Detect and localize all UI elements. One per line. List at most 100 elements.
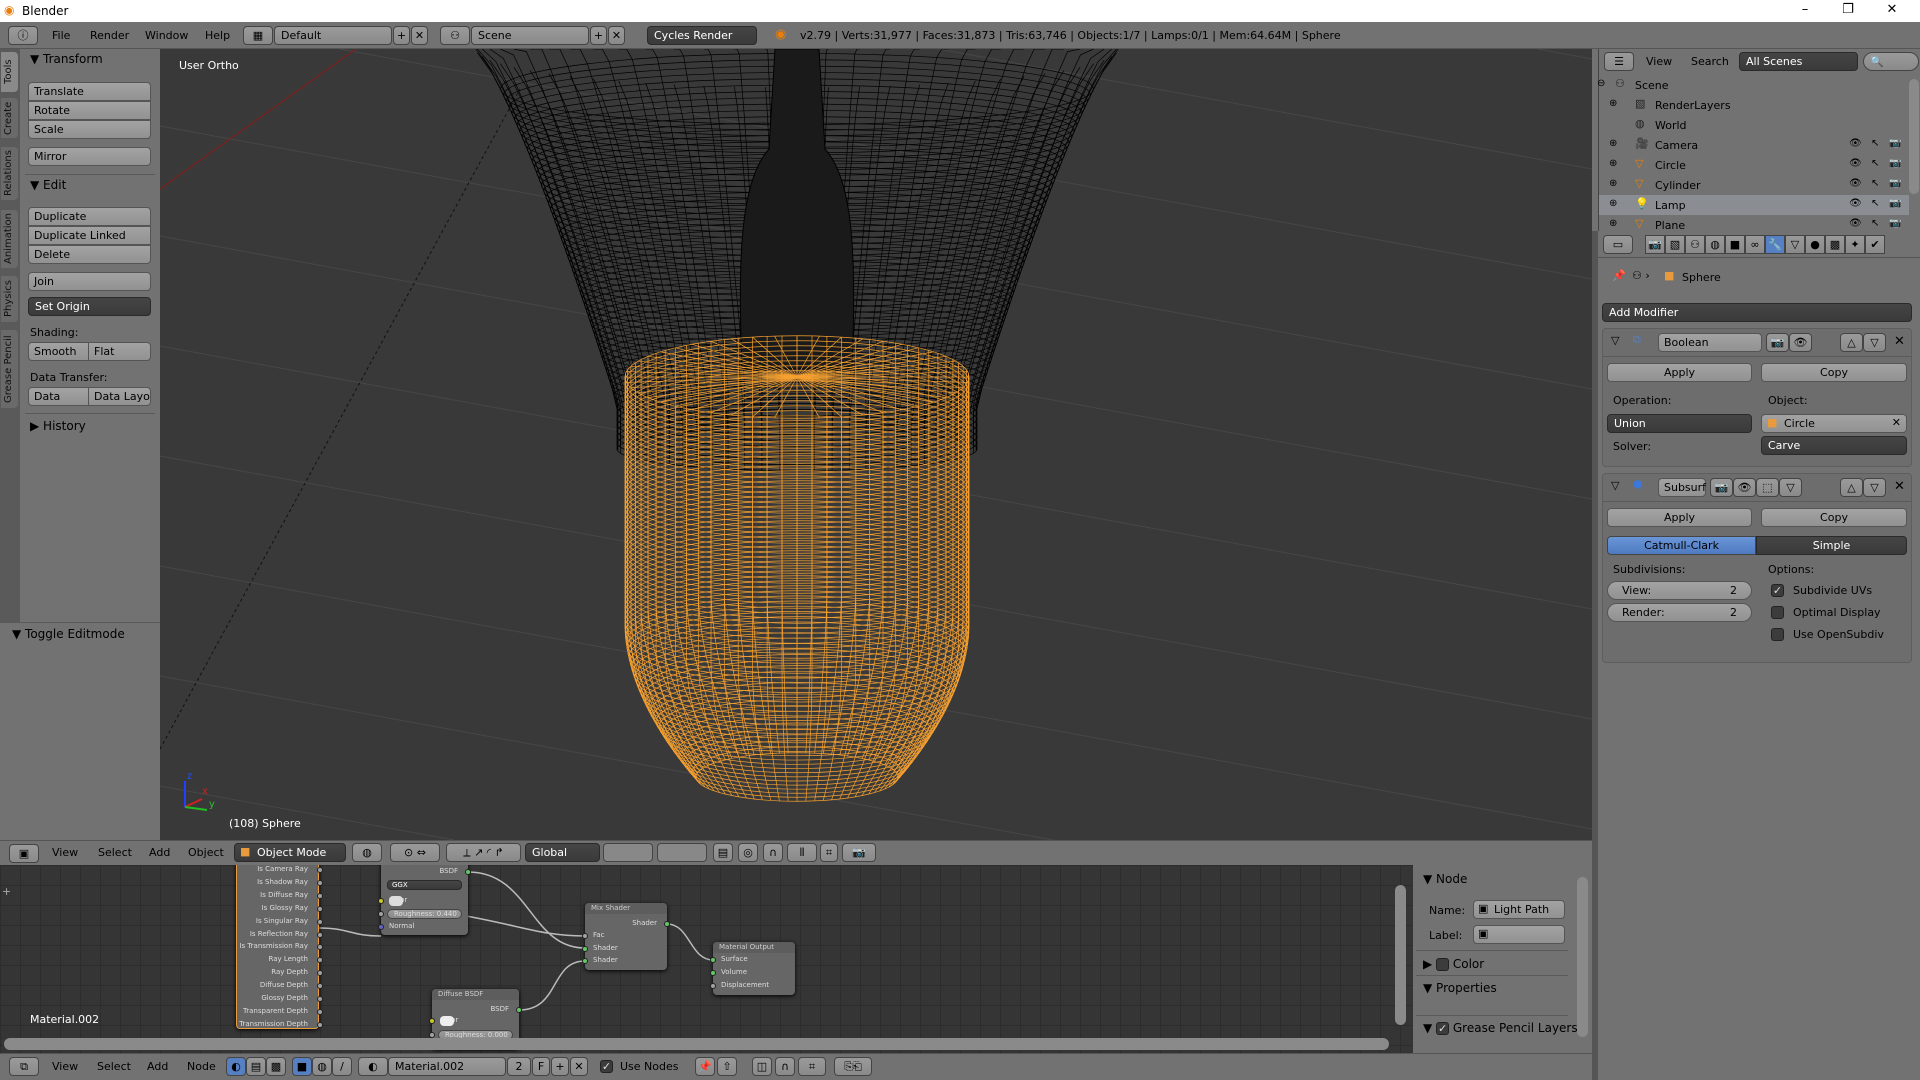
copy-button[interactable]: Copy (1761, 363, 1907, 382)
tab-world-icon[interactable]: ◍ (1705, 235, 1725, 254)
scale-button[interactable]: Scale (28, 120, 151, 139)
expand-icon[interactable]: ⊕ (1609, 158, 1617, 169)
editor-type-properties-icon[interactable]: ▭ (1603, 235, 1633, 254)
copy-button[interactable]: Copy (1761, 508, 1907, 527)
cursor-icon[interactable]: ↖ (1871, 198, 1879, 209)
tab-create[interactable]: Create (1, 98, 18, 138)
menu-file[interactable]: File (52, 29, 70, 42)
tab-tools[interactable]: Tools (1, 52, 18, 92)
outliner-item[interactable]: ⊕ ▧ RenderLayers (1599, 95, 1909, 115)
eye-icon[interactable]: 👁 (1849, 138, 1862, 149)
screen-layout-icon[interactable]: ▦ (243, 26, 273, 45)
cursor-icon[interactable]: ↖ (1871, 138, 1879, 149)
socket[interactable] (378, 924, 384, 930)
socket[interactable] (516, 1007, 522, 1013)
socket[interactable] (582, 945, 588, 952)
move-up-icon[interactable]: △ (1840, 478, 1863, 497)
editor-type-node-icon[interactable]: ⧉ (9, 1057, 39, 1076)
outliner-item[interactable]: ◍ World (1599, 115, 1909, 135)
tab-object-icon[interactable]: ■ (1725, 235, 1745, 254)
socket[interactable] (710, 970, 716, 976)
collapse-icon[interactable]: ⊖ (1597, 78, 1605, 89)
move-up-icon[interactable]: △ (1840, 333, 1863, 352)
add-layout-button[interactable]: + (393, 26, 410, 45)
apply-button[interactable]: Apply (1607, 363, 1752, 382)
manipulator-icons[interactable]: ⟂ ↗ ◜ ↱ (446, 843, 521, 862)
horizontal-scrollbar[interactable] (4, 1038, 1389, 1050)
fake-user-button[interactable]: F (532, 1057, 550, 1076)
remove-modifier-icon[interactable]: ✕ (1894, 334, 1905, 349)
eye-icon[interactable]: 👁 (1849, 178, 1862, 189)
outliner-menu-search[interactable]: Search (1691, 55, 1729, 68)
add-modifier-dropdown[interactable]: Add Modifier (1602, 303, 1912, 322)
node-label-field[interactable]: ▣ (1473, 925, 1565, 944)
distribution-dropdown[interactable]: GGX (387, 880, 462, 890)
tab-texture-icon[interactable]: ▩ (1825, 235, 1845, 254)
search-field[interactable]: 🔍 (1863, 52, 1919, 71)
grease-pencil-panel-header[interactable]: ▼ ✓ Grease Pencil Layers (1423, 1021, 1578, 1035)
expand-icon[interactable]: ⊕ (1609, 138, 1617, 149)
cursor-icon[interactable]: ↖ (1871, 178, 1879, 189)
mirror-button[interactable]: Mirror (28, 147, 151, 166)
solver-dropdown[interactable]: Carve (1761, 436, 1907, 455)
collapse-triangle-icon[interactable]: ▽ (1611, 334, 1619, 347)
render-engine-dropdown[interactable]: Cycles Render (647, 26, 757, 45)
edit-panel-header[interactable]: ▼ Edit (30, 178, 66, 192)
snap-element-icon[interactable]: ⌗ (798, 1057, 826, 1076)
modifier-name-field[interactable]: Subsurf (1658, 478, 1706, 497)
optimal-display-checkbox[interactable] (1771, 606, 1784, 619)
parent-tree-icon[interactable]: ⇧ (717, 1057, 737, 1076)
tab-physics[interactable]: Physics (1, 276, 18, 322)
lock-layers-icon[interactable]: ▤ (713, 843, 733, 862)
duplicate-linked-button[interactable]: Duplicate Linked (28, 226, 151, 245)
eye-icon[interactable]: 👁 (1849, 198, 1862, 209)
history-panel-header[interactable]: ▶ History (30, 419, 86, 433)
delete-scene-button[interactable]: ✕ (608, 26, 625, 45)
menu-add[interactable]: Add (147, 1060, 168, 1073)
menu-render[interactable]: Render (90, 29, 129, 42)
data-layout-button[interactable]: Data Layo (88, 387, 151, 406)
translate-button[interactable]: Translate (28, 82, 151, 101)
socket[interactable] (317, 996, 323, 1002)
mix-shader-node[interactable]: Mix Shader Shader Fac Shader Shader (582, 903, 670, 970)
menu-view[interactable]: View (52, 846, 78, 859)
editor-type-3d-icon[interactable]: ▣ (9, 844, 39, 863)
toggle-editmode-panel[interactable]: ▼ Toggle Editmode (12, 627, 125, 641)
socket[interactable] (317, 918, 323, 925)
snap-target-icon[interactable]: ⌗ (820, 843, 838, 862)
editor-type-outliner-icon[interactable]: ☰ (1604, 52, 1634, 71)
pivot-point-icon[interactable]: ⊙ ⇔ (390, 843, 440, 862)
outliner-item[interactable]: ⊖ ⚇ Scene (1597, 75, 1909, 95)
tab-render-layers-icon[interactable]: ▧ (1665, 235, 1685, 254)
node-panel-header[interactable]: ▼ Node (1423, 872, 1467, 886)
render-icon[interactable]: 📷 (1889, 198, 1901, 209)
backdrop-icon[interactable]: ◫ (752, 1057, 772, 1076)
use-nodes-checkbox[interactable]: ✓ (600, 1060, 613, 1073)
socket[interactable] (710, 957, 716, 963)
sidebar-scrollbar[interactable] (1577, 877, 1588, 1037)
texture-tree-icon[interactable]: ▩ (266, 1057, 286, 1076)
catmull-clark-option[interactable]: Catmull-Clark (1607, 536, 1756, 555)
minimize-button[interactable]: – (1790, 2, 1820, 17)
flat-button[interactable]: Flat (88, 342, 151, 361)
tab-grease-pencil[interactable]: Grease Pencil (1, 330, 18, 408)
outliner-item[interactable]: ⊕ ▽ Circle 👁 ↖ 📷 (1599, 155, 1909, 175)
rotate-button[interactable]: Rotate (28, 101, 151, 120)
color-swatch[interactable] (440, 1016, 454, 1026)
material-browse-icon[interactable]: ◐ (358, 1057, 388, 1076)
grease-pencil-checkbox[interactable]: ✓ (1436, 1022, 1450, 1035)
render-levels-field[interactable]: Render: 2 (1607, 603, 1752, 622)
cage-toggle-icon[interactable]: ▽ (1779, 478, 1802, 497)
outliner-item[interactable]: ⊕ ▽ Cylinder 👁 ↖ 📷 (1599, 175, 1909, 195)
mode-dropdown[interactable]: ■ Object Mode (234, 843, 346, 862)
use-opensubdiv-checkbox[interactable] (1771, 628, 1784, 641)
simple-option[interactable]: Simple (1756, 536, 1907, 555)
linestyle-icon[interactable]: / (332, 1057, 352, 1076)
expand-icon[interactable]: ⊕ (1609, 198, 1617, 209)
delete-button[interactable]: Delete (28, 245, 151, 264)
socket[interactable] (465, 869, 471, 875)
socket[interactable] (317, 879, 323, 886)
editor-type-info-icon[interactable]: ⓘ (8, 26, 38, 45)
move-down-icon[interactable]: ▽ (1863, 333, 1886, 352)
tab-data-icon[interactable]: ▽ (1785, 235, 1805, 254)
